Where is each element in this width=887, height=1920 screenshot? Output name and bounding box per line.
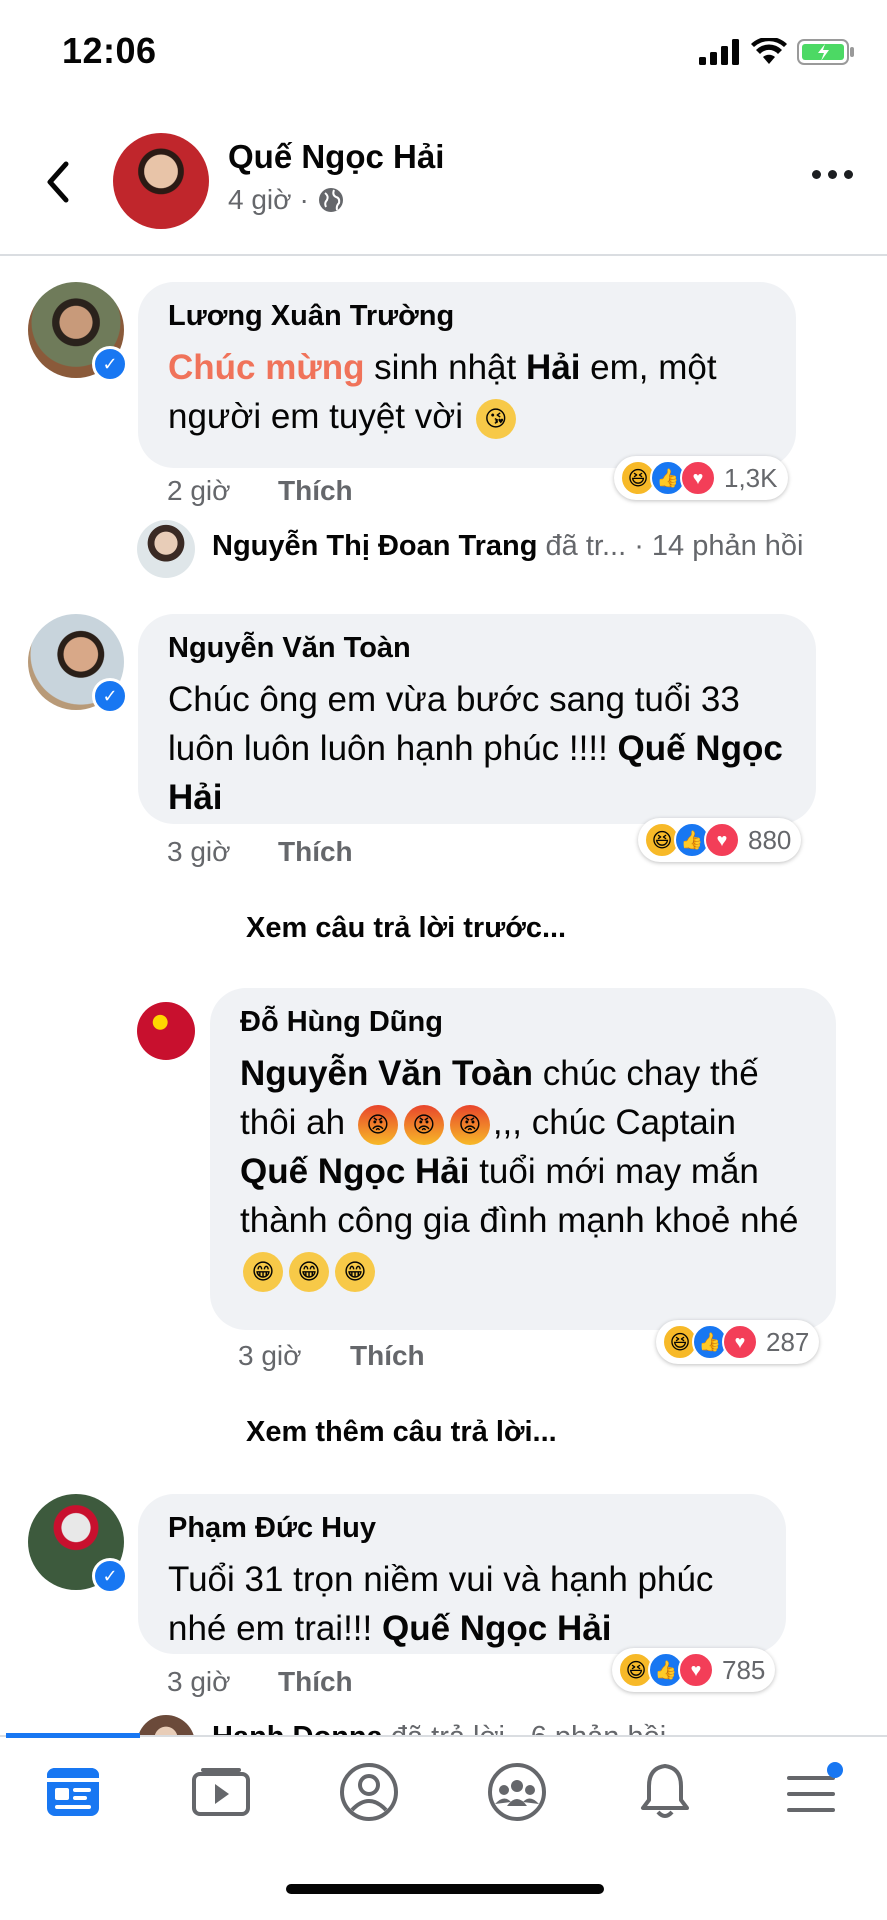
grin-emoji-icon: 😁 bbox=[335, 1251, 375, 1292]
reaction-count: 880 bbox=[748, 824, 792, 855]
comment-text: Nguyễn Văn Toàn chúc chay thế thôi ah 😡 😡… bbox=[240, 1049, 808, 1294]
tab-profile[interactable] bbox=[334, 1760, 404, 1824]
post-meta: 4 giờ · bbox=[228, 184, 345, 216]
commenter-avatar[interactable] bbox=[137, 1002, 195, 1060]
verified-badge-icon: ✓ bbox=[92, 1558, 128, 1594]
comment-bubble: Đỗ Hùng Dũng Nguyễn Văn Toàn chúc chay t… bbox=[210, 988, 836, 1330]
kiss-emoji-icon: 😘 bbox=[475, 398, 516, 439]
comment-bubble: Phạm Đức Huy Tuổi 31 trọn niềm vui và hạ… bbox=[138, 1494, 786, 1654]
battery-icon bbox=[797, 39, 854, 65]
reply-avatar[interactable] bbox=[137, 1715, 195, 1737]
comment-bubble: Lương Xuân Trường Chúc mừng sinh nhật Hả… bbox=[138, 282, 796, 468]
commenter-name[interactable]: Đỗ Hùng Dũng bbox=[240, 1006, 808, 1039]
comment-time[interactable]: 3 giờ bbox=[167, 1666, 231, 1698]
home-indicator[interactable] bbox=[286, 1884, 604, 1894]
comment-bubble: Nguyễn Văn Toàn Chúc ông em vừa bước san… bbox=[138, 614, 816, 824]
tab-menu[interactable] bbox=[778, 1760, 848, 1824]
comment-text: Tuổi 31 trọn niềm vui và hạnh phúc nhé e… bbox=[168, 1560, 714, 1648]
watch-icon bbox=[192, 1768, 250, 1816]
love-reaction-icon: ♥ bbox=[722, 1324, 758, 1360]
commenter-name[interactable]: Lương Xuân Trường bbox=[168, 300, 768, 333]
wifi-icon bbox=[751, 38, 787, 64]
reply-summary[interactable]: Nguyễn Thị Đoan Trang đã tr... · 14 phản… bbox=[212, 530, 804, 563]
reactions-summary[interactable]: 😆 👍 ♥ 1,3K bbox=[614, 456, 788, 500]
reply-avatar[interactable] bbox=[137, 520, 195, 578]
angry-emoji-icon: 😡 bbox=[403, 1104, 444, 1145]
grin-emoji-icon: 😁 bbox=[289, 1251, 329, 1292]
groups-icon bbox=[488, 1763, 546, 1821]
love-reaction-icon: ♥ bbox=[680, 460, 716, 496]
comment-text: Chúc ông em vừa bước sang tuổi 33 luôn l… bbox=[168, 680, 783, 817]
grin-emoji-icon: 😁 bbox=[243, 1251, 283, 1292]
author-name[interactable]: Quế Ngọc Hải bbox=[228, 138, 444, 176]
author-avatar[interactable] bbox=[113, 133, 209, 229]
more-options-icon[interactable] bbox=[812, 170, 853, 179]
reactions-summary[interactable]: 😆 👍 ♥ 785 bbox=[612, 1648, 776, 1692]
highlighted-text: Chúc mừng bbox=[168, 348, 365, 387]
signal-icon bbox=[699, 39, 739, 65]
comment-time[interactable]: 3 giờ bbox=[238, 1340, 302, 1372]
reaction-count: 1,3K bbox=[724, 462, 778, 493]
commenter-name[interactable]: Nguyễn Văn Toàn bbox=[168, 632, 788, 665]
profile-icon bbox=[340, 1763, 398, 1821]
verified-badge-icon: ✓ bbox=[92, 678, 128, 714]
angry-emoji-icon: 😡 bbox=[449, 1104, 490, 1145]
reaction-count: 785 bbox=[722, 1654, 766, 1685]
angry-emoji-icon: 😡 bbox=[357, 1104, 398, 1145]
tab-news-feed[interactable] bbox=[38, 1760, 108, 1824]
love-reaction-icon: ♥ bbox=[678, 1652, 714, 1688]
active-tab-indicator bbox=[6, 1733, 140, 1738]
meta-separator: · bbox=[299, 184, 309, 215]
menu-icon bbox=[787, 1762, 843, 1812]
notifications-icon bbox=[641, 1764, 689, 1818]
back-icon[interactable] bbox=[38, 152, 78, 212]
tab-groups[interactable] bbox=[482, 1760, 552, 1824]
love-reaction-icon: ♥ bbox=[704, 822, 740, 858]
like-button[interactable]: Thích bbox=[278, 475, 353, 507]
see-previous-replies[interactable]: Xem câu trả lời trước... bbox=[246, 912, 566, 945]
comment-time[interactable]: 2 giờ bbox=[167, 475, 231, 507]
comment-time[interactable]: 3 giờ bbox=[167, 836, 231, 868]
verified-badge-icon: ✓ bbox=[92, 346, 128, 382]
status-time: 12:06 bbox=[62, 30, 157, 71]
reactions-summary[interactable]: 😆 👍 ♥ 287 bbox=[656, 1320, 820, 1364]
post-time[interactable]: 4 giờ bbox=[228, 184, 292, 216]
reactions-summary[interactable]: 😆 👍 ♥ 880 bbox=[638, 818, 802, 862]
reaction-count: 287 bbox=[766, 1326, 810, 1357]
commenter-name[interactable]: Phạm Đức Huy bbox=[168, 1512, 758, 1545]
like-button[interactable]: Thích bbox=[350, 1340, 425, 1372]
tab-notifications[interactable] bbox=[630, 1760, 700, 1824]
like-button[interactable]: Thích bbox=[278, 1666, 353, 1698]
globe-icon bbox=[318, 188, 343, 212]
comment-text: Chúc mừng sinh nhật Hải em, một người em… bbox=[168, 343, 768, 441]
tab-bar bbox=[0, 1735, 887, 1877]
see-more-replies[interactable]: Xem thêm câu trả lời... bbox=[246, 1416, 557, 1449]
news-feed-icon bbox=[47, 1768, 99, 1816]
like-button[interactable]: Thích bbox=[278, 836, 353, 868]
tab-watch[interactable] bbox=[186, 1760, 256, 1824]
status-icons bbox=[699, 38, 855, 66]
reply-author: Nguyễn Thị Đoan Trang bbox=[212, 530, 538, 562]
